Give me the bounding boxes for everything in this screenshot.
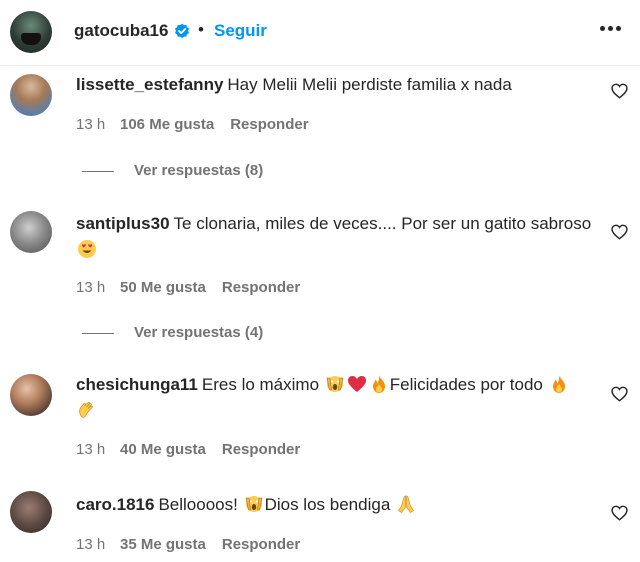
reply-button[interactable]: Responder [230,116,308,133]
comment-meta: 13 h 40 Me gusta Responder [76,441,300,458]
like-heart-icon[interactable] [611,386,628,402]
comment-text-part-a: Eres lo máximo [201,375,320,394]
post-header: gatocuba16 • Seguir [0,0,640,66]
reply-button[interactable]: Responder [222,279,300,296]
screaming-face-emoji-icon [245,496,262,512]
commenter-avatar[interactable] [10,74,52,116]
replies-divider-line [82,170,114,172]
reply-button[interactable]: Responder [222,441,300,458]
clapping-hands-emoji-icon [79,401,93,418]
screaming-face-emoji-icon [326,376,344,392]
replies-divider-line [82,332,114,334]
comment-time: 13 h [76,536,106,553]
commenter-avatar[interactable] [10,491,52,533]
fire-emoji-icon [372,375,385,393]
comment-username[interactable]: caro.1816 [76,495,154,514]
comment-text: Te clonaria, miles de veces.... Por ser … [173,214,592,233]
comment-time: 13 h [76,116,106,133]
view-replies-label: Ver respuestas (4) [134,324,264,341]
comment-username[interactable]: santiplus30 [76,214,170,233]
view-replies-button[interactable]: Ver respuestas (4) [82,324,263,341]
more-options-icon[interactable] [600,26,622,32]
follow-button[interactable]: Seguir [214,21,267,41]
comment-likes[interactable]: 106 Me gusta [120,116,214,133]
header-separator: • [198,20,204,39]
comment-text-part-b: Dios los bendiga [264,495,391,514]
like-heart-icon[interactable] [611,83,628,99]
comment-meta: 13 h 106 Me gusta Responder [76,116,309,133]
comment-likes[interactable]: 50 Me gusta [120,279,206,296]
like-heart-icon[interactable] [611,505,628,521]
folded-hands-emoji-icon [398,495,415,513]
comment-text-part-a: Belloooos! [158,495,238,514]
heart-eyes-emoji-icon [78,240,96,258]
comment-time: 13 h [76,279,106,296]
comment-meta: 13 h 50 Me gusta Responder [76,279,300,296]
fire-emoji-icon [552,375,565,393]
commenter-avatar[interactable] [10,211,52,253]
comment-likes[interactable]: 35 Me gusta [120,536,206,553]
view-replies-button[interactable]: Ver respuestas (8) [82,162,263,179]
comment-likes[interactable]: 40 Me gusta [120,441,206,458]
commenter-avatar[interactable] [10,374,52,416]
header-username[interactable]: gatocuba16 [74,21,168,41]
comment-text-part-b: Felicidades por todo [389,375,543,394]
comment-username[interactable]: lissette_estefanny [76,75,223,94]
view-replies-label: Ver respuestas (8) [134,162,264,179]
profile-avatar[interactable] [10,11,52,53]
comment-text: Hay Melii Melii perdiste familia x nada [227,75,512,94]
comment-time: 13 h [76,441,106,458]
reply-button[interactable]: Responder [222,536,300,553]
like-heart-icon[interactable] [611,224,628,240]
verified-badge-icon [175,23,189,38]
comment-meta: 13 h 35 Me gusta Responder [76,536,300,553]
comment-username[interactable]: chesichunga11 [76,375,198,394]
red-heart-emoji-icon [347,376,366,392]
